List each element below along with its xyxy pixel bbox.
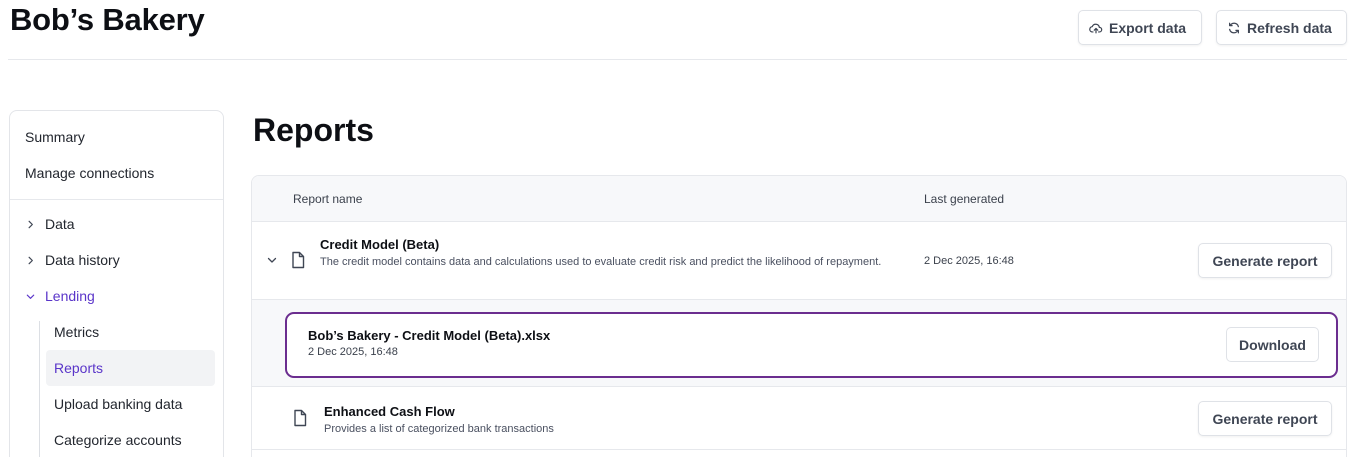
report-name: Enhanced Cash Flow — [324, 404, 455, 419]
sidebar-group-lending[interactable]: Lending — [25, 288, 95, 304]
table-header: Report name Last generated — [252, 176, 1346, 222]
generated-file-card: Bob’s Bakery - Credit Model (Beta).xlsx … — [285, 312, 1338, 378]
generate-report-button[interactable]: Generate report — [1198, 401, 1332, 436]
report-name: Credit Model (Beta) — [320, 237, 440, 252]
column-header-report-name: Report name — [293, 192, 363, 206]
sidebar-item-upload-banking-data[interactable]: Upload banking data — [46, 386, 215, 422]
sidebar-item-metrics[interactable]: Metrics — [46, 314, 215, 350]
app-title: Bob’s Bakery — [10, 2, 205, 37]
sidebar-divider — [10, 199, 223, 200]
sidebar: Summary Manage connections Data Data his… — [9, 110, 224, 457]
file-date: 2 Dec 2025, 16:48 — [308, 346, 398, 358]
table-row: Credit Model (Beta) The credit model con… — [252, 222, 1346, 300]
sidebar-item-reports[interactable]: Reports — [46, 350, 215, 386]
report-description: Provides a list of categorized bank tran… — [324, 423, 554, 435]
chevron-right-icon — [28, 220, 33, 228]
chevron-right-icon — [28, 256, 33, 264]
header-divider — [8, 59, 1347, 60]
sidebar-group-data-history[interactable]: Data history — [25, 252, 120, 268]
report-description: The credit model contains data and calcu… — [320, 256, 882, 268]
refresh-icon — [1229, 22, 1239, 33]
document-icon — [294, 409, 307, 427]
cloud-upload-icon — [1089, 23, 1103, 33]
sidebar-item-summary[interactable]: Summary — [25, 129, 85, 145]
chevron-down-icon[interactable] — [266, 254, 278, 266]
download-button[interactable]: Download — [1226, 327, 1319, 362]
generated-file-row: Bob’s Bakery - Credit Model (Beta).xlsx … — [252, 300, 1346, 387]
export-data-button[interactable]: Export data — [1078, 10, 1202, 45]
document-icon — [292, 251, 305, 269]
column-header-last-generated: Last generated — [924, 192, 1005, 206]
sidebar-item-manage-connections[interactable]: Manage connections — [25, 165, 154, 181]
page-title: Reports — [253, 112, 374, 148]
reports-table: Report name Last generated Credit Model … — [251, 175, 1347, 457]
chevron-down-icon — [26, 294, 35, 299]
sidebar-group-label: Data — [45, 216, 75, 232]
refresh-data-button[interactable]: Refresh data — [1216, 10, 1347, 45]
submenu-guide-line — [39, 321, 40, 457]
generate-report-button[interactable]: Generate report — [1198, 243, 1332, 278]
sidebar-group-label: Lending — [45, 288, 95, 304]
file-name: Bob’s Bakery - Credit Model (Beta).xlsx — [308, 328, 551, 343]
sidebar-group-label: Data history — [45, 252, 120, 268]
refresh-data-label: Refresh data — [1247, 19, 1332, 36]
sidebar-group-data[interactable]: Data — [25, 216, 75, 232]
export-data-label: Export data — [1109, 19, 1187, 36]
sidebar-item-categorize-accounts[interactable]: Categorize accounts — [46, 422, 215, 457]
table-row: Enhanced Cash Flow Provides a list of ca… — [252, 387, 1346, 450]
report-last-generated: 2 Dec 2025, 16:48 — [924, 255, 1014, 267]
